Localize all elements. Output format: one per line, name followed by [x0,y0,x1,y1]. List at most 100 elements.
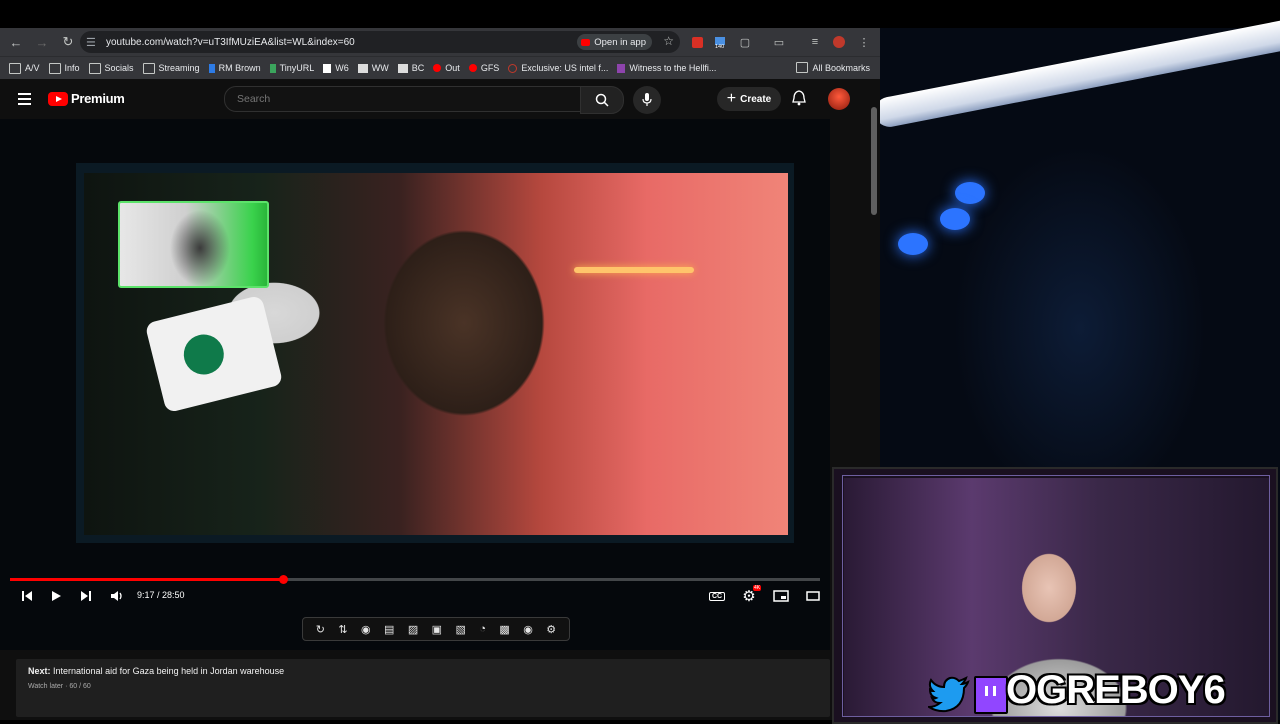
bookmark-folder[interactable]: Info [48,62,80,74]
twitter-icon [928,676,970,713]
time-display: 9:17 / 28:50 [137,590,185,600]
next-button[interactable] [77,587,95,605]
neon-light-decor [574,267,694,273]
extension-toolbar: ↻ ⇅ ◉ ▤ ▨ ▣ ▧ ◔ ▩ ◉ ⚙ [302,617,570,641]
next-title[interactable]: International aid for Gaza being held in… [53,666,284,676]
progress-bar[interactable] [10,575,820,584]
bookmark-star-icon[interactable]: ☆ [663,34,674,48]
voice-search-button[interactable] [633,86,661,114]
search-field[interactable] [224,86,582,112]
channel-name: OGREBOY6 [1006,668,1226,712]
youtube-premium-logo[interactable]: Premium [48,91,125,106]
bookmark-label: BC [411,63,425,73]
extension-counter-icon[interactable]: 140 [712,33,730,51]
site-favicon-icon [269,63,276,73]
notifications-bell-icon[interactable] [792,90,806,111]
back-button[interactable]: ← [4,30,28,54]
url-text[interactable]: youtube.com/watch?v=uT3IfMUziEA&list=WL&… [106,37,355,48]
site-favicon-icon [397,63,408,73]
search-input[interactable] [235,92,559,106]
extension-red-icon[interactable] [688,33,706,51]
search-button[interactable] [580,86,624,114]
captions-button[interactable]: CC [708,587,726,605]
cinema-mode-icon[interactable]: ▧ [456,623,466,636]
speed-icon[interactable]: ◔ [479,623,486,635]
next-prefix: Next: [28,666,51,676]
site-favicon-icon [508,63,518,73]
menu-dots-icon[interactable]: ⋮ [855,33,873,51]
cast-icon[interactable]: ▭ [770,33,788,51]
folder-icon [9,62,21,74]
hamburger-menu-icon[interactable] [18,93,31,108]
picture-icon[interactable]: ▣ [432,623,442,636]
player-controls: 9:17 / 28:50 CC ⚙ 4K [0,570,830,622]
bookmark-label: Info [64,63,80,73]
bookmark-item[interactable]: RM Brown [208,63,261,73]
sort-icon[interactable]: ⇅ [338,623,347,636]
folder-icon [48,62,61,74]
bookmark-folder[interactable]: Socials [88,62,134,74]
youtube-header: Premium + Create [0,79,868,119]
folder-icon [142,62,155,74]
bookmark-item[interactable]: Exclusive: US intel f... [508,63,608,73]
user-avatar[interactable] [828,88,850,110]
bookmark-item[interactable]: BC [397,63,425,73]
bookmark-label: GFS [480,63,500,73]
theater-mode-button[interactable] [804,587,822,605]
bookmark-label: A/V [25,63,40,73]
scrollbar-thumb[interactable] [871,107,877,215]
broadcast-icon[interactable]: ◉ [361,623,371,636]
folder-icon [88,62,101,74]
bookmark-item[interactable]: TinyURL [269,63,314,73]
folder-icon [796,62,809,73]
volume-button[interactable] [108,587,126,605]
site-favicon-icon [617,63,626,73]
bookmark-label: W6 [335,63,349,73]
all-bookmarks-button[interactable]: All Bookmarks [796,62,870,73]
next-up-card[interactable]: Next: International aid for Gaza being h… [16,659,830,717]
bookmark-label: RM Brown [218,63,261,73]
loop-icon[interactable]: ↻ [316,623,325,636]
bookmarks-bar: A/V Info Socials Streaming RM Brown Tiny… [0,56,880,79]
progress-scrubber[interactable] [278,575,288,584]
twitch-icon [974,676,1008,714]
bookmark-item[interactable]: Witness to the Hellfi... [617,63,716,73]
reload-button[interactable]: ↻ [56,30,80,54]
site-info-icon[interactable]: ☰ [86,36,102,49]
bookmark-label: Out [445,63,460,73]
captions-icon: CC [708,591,726,601]
forward-button[interactable]: → [30,30,54,54]
profile-avatar-icon[interactable] [830,33,848,51]
previous-icon [22,591,32,601]
create-button[interactable]: + Create [717,87,781,111]
playlist-add-icon[interactable]: ▤ [384,623,394,636]
bookmark-label: Exclusive: US intel f... [521,63,609,73]
clapperboard-icon[interactable]: ▨ [408,623,418,636]
bookmark-folder[interactable]: A/V [9,62,40,74]
next-icon [81,591,91,601]
browser-toolbar: ← → ↻ ☰ youtube.com/watch?v=uT3IfMUziEA&… [0,28,880,56]
bookmark-label: WW [371,63,389,73]
bookmark-folder[interactable]: Streaming [142,62,200,74]
play-icon [52,591,61,601]
bookmark-item[interactable]: GFS [468,63,500,73]
settings-gear-icon[interactable]: ⚙ [546,623,556,636]
playlist-icon[interactable]: ≡ [806,33,824,51]
webcam-pip-overlay [118,201,269,288]
open-in-app-button[interactable]: Open in app [577,34,652,50]
previous-button[interactable] [18,587,36,605]
microphone-icon [642,93,652,106]
site-favicon-icon [208,63,215,73]
play-button[interactable] [47,587,65,605]
extensions-puzzle-icon[interactable]: ▢ [736,33,754,51]
miniplayer-button[interactable] [772,587,790,605]
bookmark-item[interactable]: W6 [323,63,349,73]
plus-icon: + [726,90,737,107]
bookmark-item[interactable]: Out [433,63,460,73]
screenshot-camera-icon[interactable]: ◉ [523,623,533,636]
bookmark-item[interactable]: WW [357,63,389,73]
address-bar[interactable]: ☰ youtube.com/watch?v=uT3IfMUziEA&list=W… [80,31,680,53]
youtube-icon [468,64,477,72]
cup-logo [179,330,229,379]
expand-icon[interactable]: ▩ [499,623,509,636]
